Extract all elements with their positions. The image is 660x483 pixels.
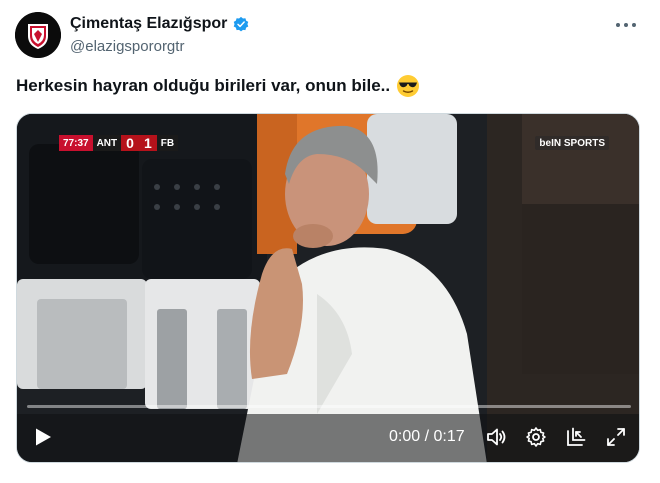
fullscreen-icon[interactable]: [605, 426, 627, 448]
scorebug: 77:37 ANT 0 1 FB: [59, 135, 179, 151]
avatar[interactable]: [15, 12, 61, 58]
channel-logo: beIN SPORTS: [535, 136, 609, 150]
verified-badge-icon: [234, 16, 249, 32]
more-dot-icon: [632, 23, 636, 27]
video-frame: [17, 114, 639, 462]
away-team: FB: [156, 135, 179, 151]
more-options-button[interactable]: [616, 18, 636, 32]
home-team: ANT: [92, 135, 122, 151]
tweet-text: Herkesin hayran olduğu birileri var, onu…: [16, 76, 391, 95]
away-score: 1: [138, 135, 157, 151]
elapsed-time: 0:00: [389, 428, 421, 445]
more-dot-icon: [616, 23, 620, 27]
duration: 0:17: [433, 428, 465, 445]
author-block: Çimentaş Elazığspor @elazigspororgtr: [70, 13, 250, 55]
video-progress-bar[interactable]: [27, 405, 631, 408]
tweet-card: Çimentaş Elazığspor @elazigspororgtr Her…: [0, 0, 660, 483]
tweet-text-row: Herkesin hayran olduğu birileri var, onu…: [16, 74, 420, 98]
user-handle[interactable]: @elazigspororgtr: [70, 38, 250, 55]
time-separator: /: [420, 428, 434, 445]
more-dot-icon: [624, 23, 628, 27]
display-name[interactable]: Çimentaş Elazığspor: [70, 15, 227, 33]
picture-in-picture-icon[interactable]: [565, 426, 587, 448]
name-row: Çimentaş Elazığspor: [70, 13, 250, 35]
volume-icon[interactable]: [485, 426, 507, 448]
elazigspor-crest-icon: [15, 12, 61, 58]
match-clock: 77:37: [59, 135, 93, 151]
gear-icon[interactable]: [525, 426, 547, 448]
sunglasses-emoji-icon: [397, 75, 420, 97]
time-readout: 0:00 / 0:17: [389, 428, 465, 446]
video-controls: 0:00 / 0:17: [17, 422, 639, 452]
video-player[interactable]: 77:37 ANT 0 1 FB beIN SPORTS 0:00 / 0:17: [16, 113, 640, 463]
play-icon[interactable]: [33, 427, 53, 447]
home-score: 0: [121, 135, 139, 151]
